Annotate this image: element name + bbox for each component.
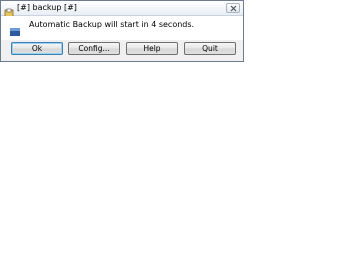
countdown-message: Automatic Backup will start in 4 seconds… <box>29 20 195 29</box>
config-button[interactable]: Config... <box>68 42 120 55</box>
ok-button[interactable]: Ok <box>11 42 63 55</box>
backup-app-icon <box>4 3 14 18</box>
button-bar: Ok Config... Help Quit <box>1 40 243 61</box>
title-bar[interactable]: [#] backup [#] <box>1 1 243 18</box>
help-button[interactable]: Help <box>126 42 178 55</box>
close-button[interactable] <box>226 3 240 13</box>
close-icon <box>230 5 237 12</box>
window-title: [#] backup [#] <box>17 3 77 12</box>
info-flag-icon <box>10 21 20 36</box>
dialog-body: Automatic Backup will start in 4 seconds… <box>1 16 243 61</box>
quit-button[interactable]: Quit <box>184 42 236 55</box>
backup-dialog: [#] backup [#] Automatic Backup will sta… <box>0 0 244 62</box>
